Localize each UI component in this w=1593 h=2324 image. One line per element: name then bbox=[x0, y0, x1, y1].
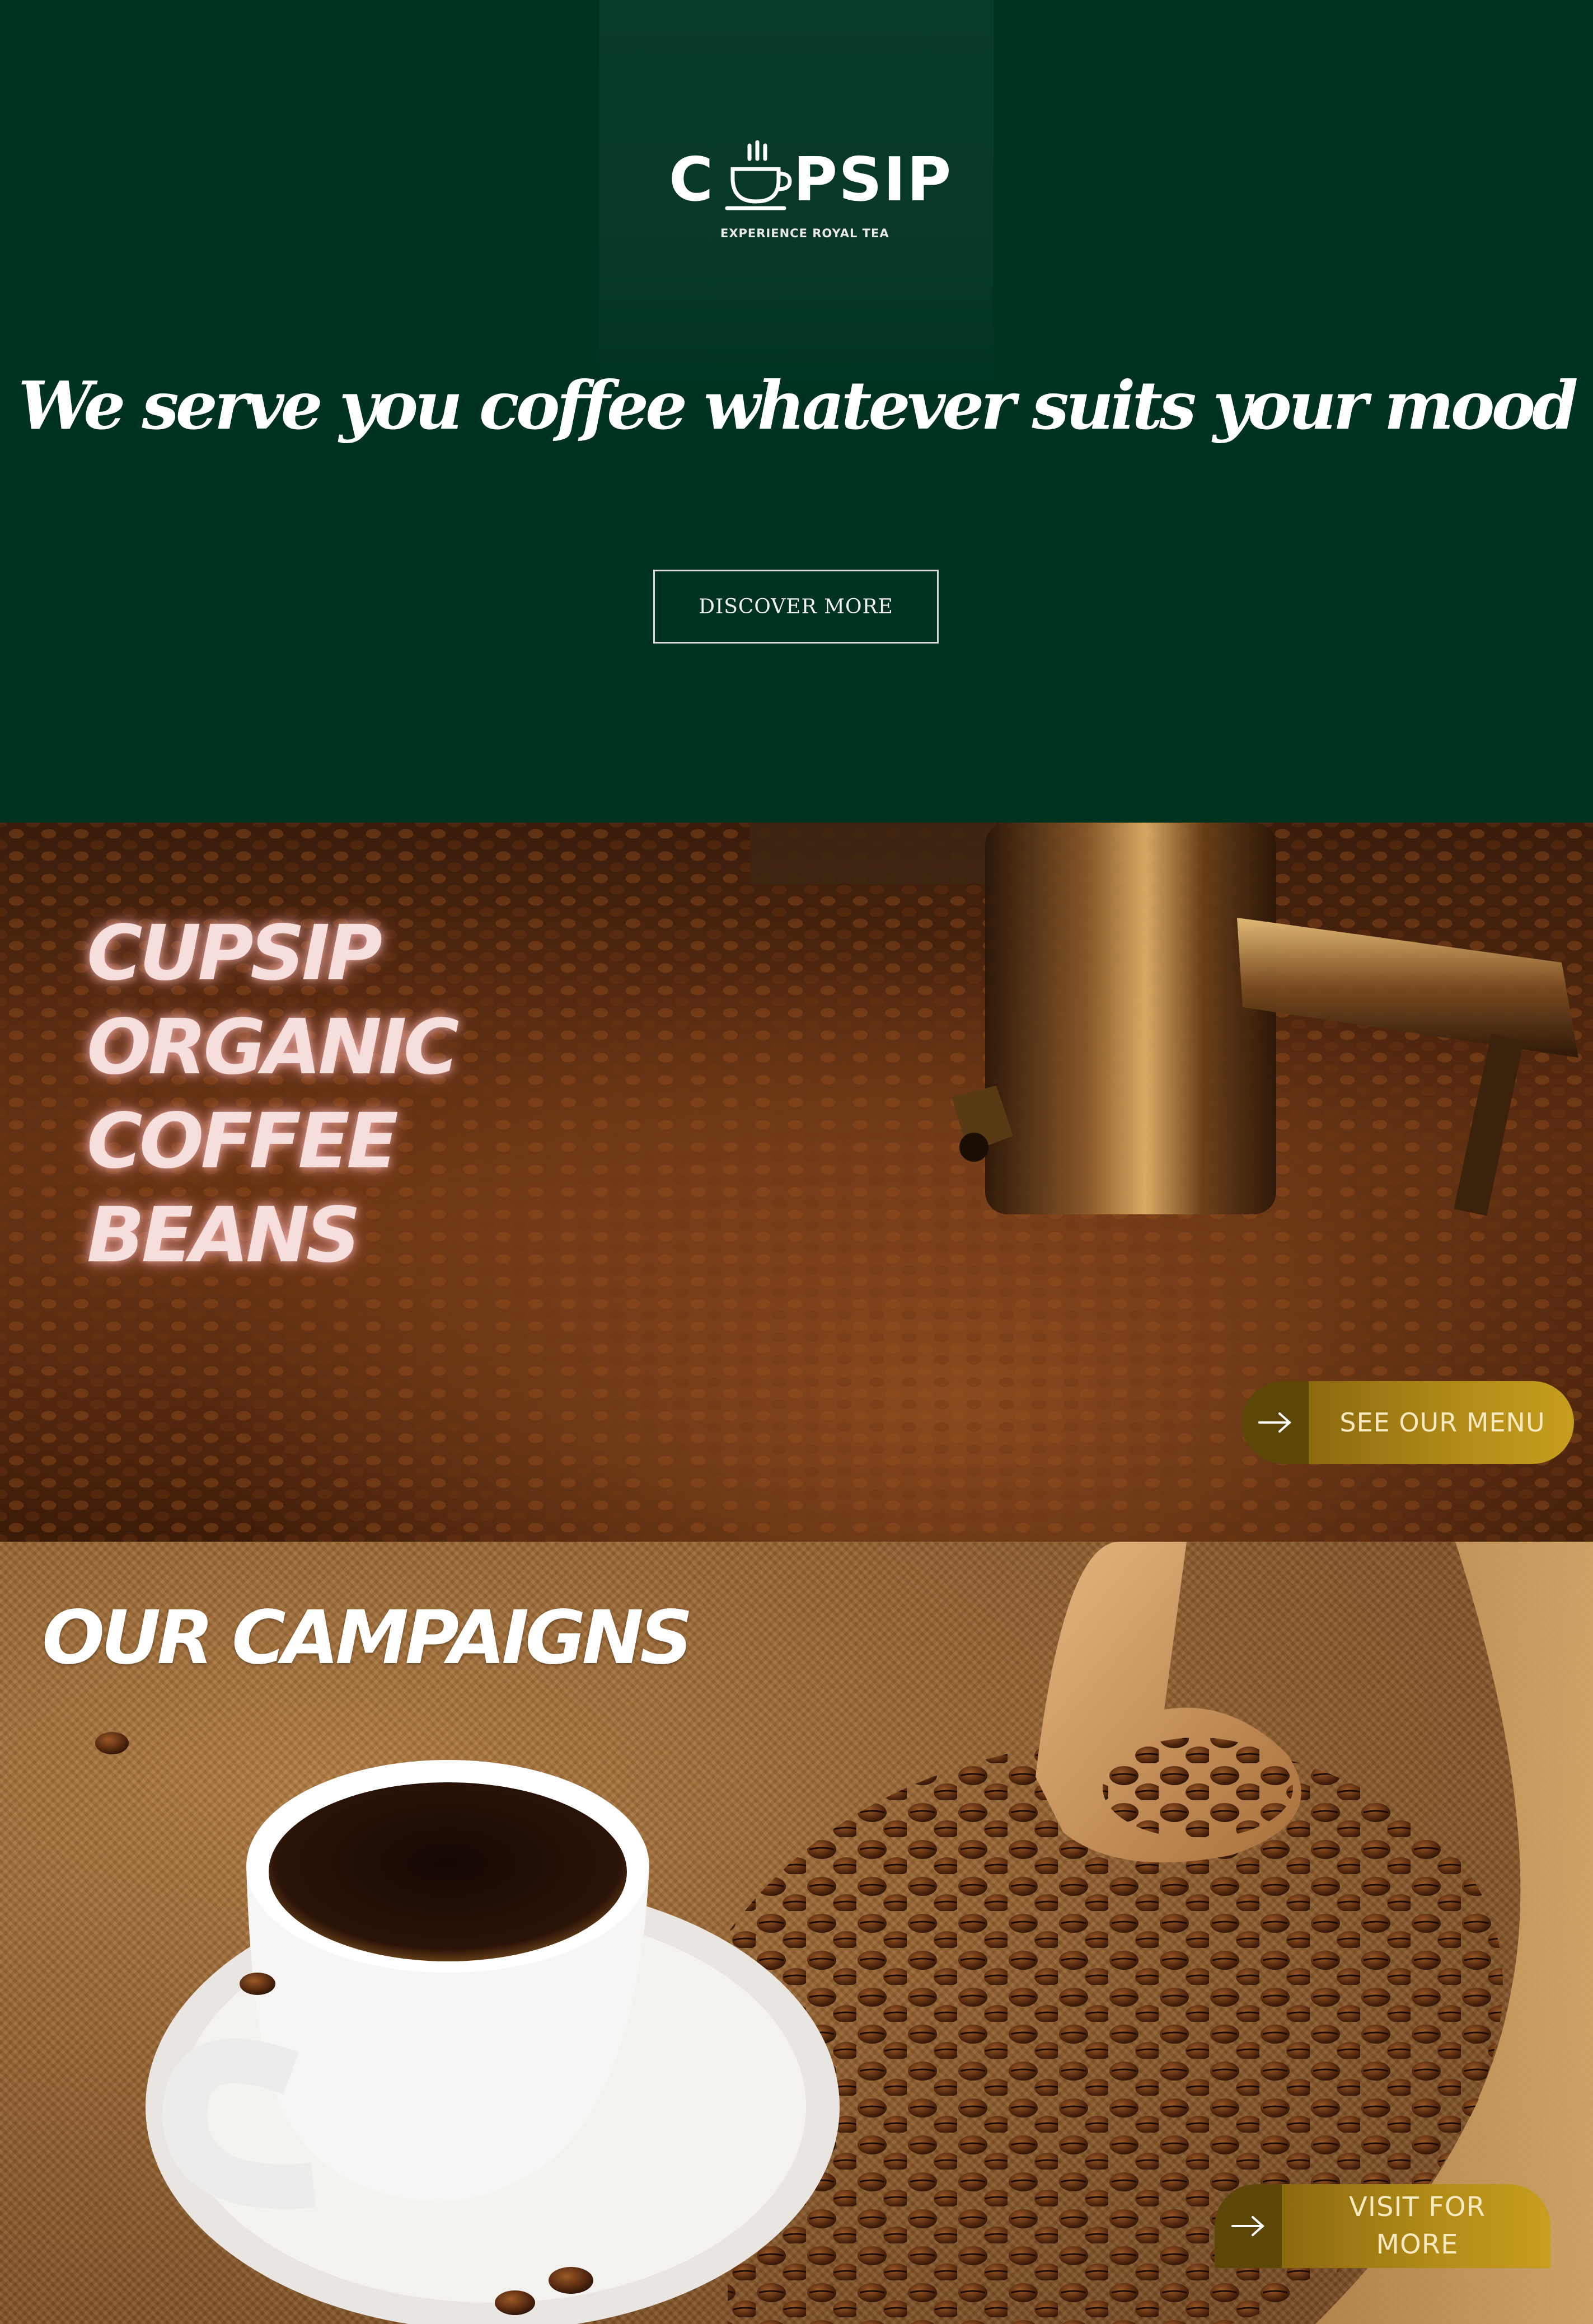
organic-beans-section: CUPSIP ORGANIC COFFEE BEANS SEE OUR MENU bbox=[0, 823, 1593, 1542]
see-our-menu-label: SEE OUR MENU bbox=[1311, 1381, 1574, 1464]
discover-more-button[interactable]: DISCOVER MORE bbox=[653, 570, 939, 644]
see-our-menu-button[interactable]: SEE OUR MENU bbox=[1241, 1381, 1574, 1464]
our-campaigns-title: OUR CAMPAIGNS bbox=[42, 1595, 693, 1681]
logo-text-right: PSIP bbox=[793, 145, 953, 215]
organic-beans-title: CUPSIP ORGANIC COFFEE BEANS bbox=[87, 909, 459, 1280]
logo-text-left: C bbox=[669, 145, 715, 215]
logo-tagline: EXPERIENCE ROYAL TEA bbox=[720, 227, 889, 240]
campaigns-section: OUR CAMPAIGNS VISIT FOR MORE bbox=[0, 1542, 1593, 2324]
coffee-cup-icon bbox=[725, 140, 792, 210]
cupsip-logo[interactable]: C PSIP EXPERIENCE ROYAL TEA bbox=[669, 140, 951, 246]
visit-for-more-label: VISIT FOR MORE bbox=[1284, 2184, 1550, 2268]
coffee-roaster-image bbox=[750, 823, 1578, 1216]
hero-section: C PSIP EXPERIENCE ROYAL TEA We serve you… bbox=[0, 0, 1593, 823]
hero-headline: We serve you coffee whatever suits your … bbox=[18, 367, 1578, 444]
landing-page: C PSIP EXPERIENCE ROYAL TEA We serve you… bbox=[0, 0, 1593, 2324]
visit-for-more-button[interactable]: VISIT FOR MORE bbox=[1215, 2184, 1550, 2268]
